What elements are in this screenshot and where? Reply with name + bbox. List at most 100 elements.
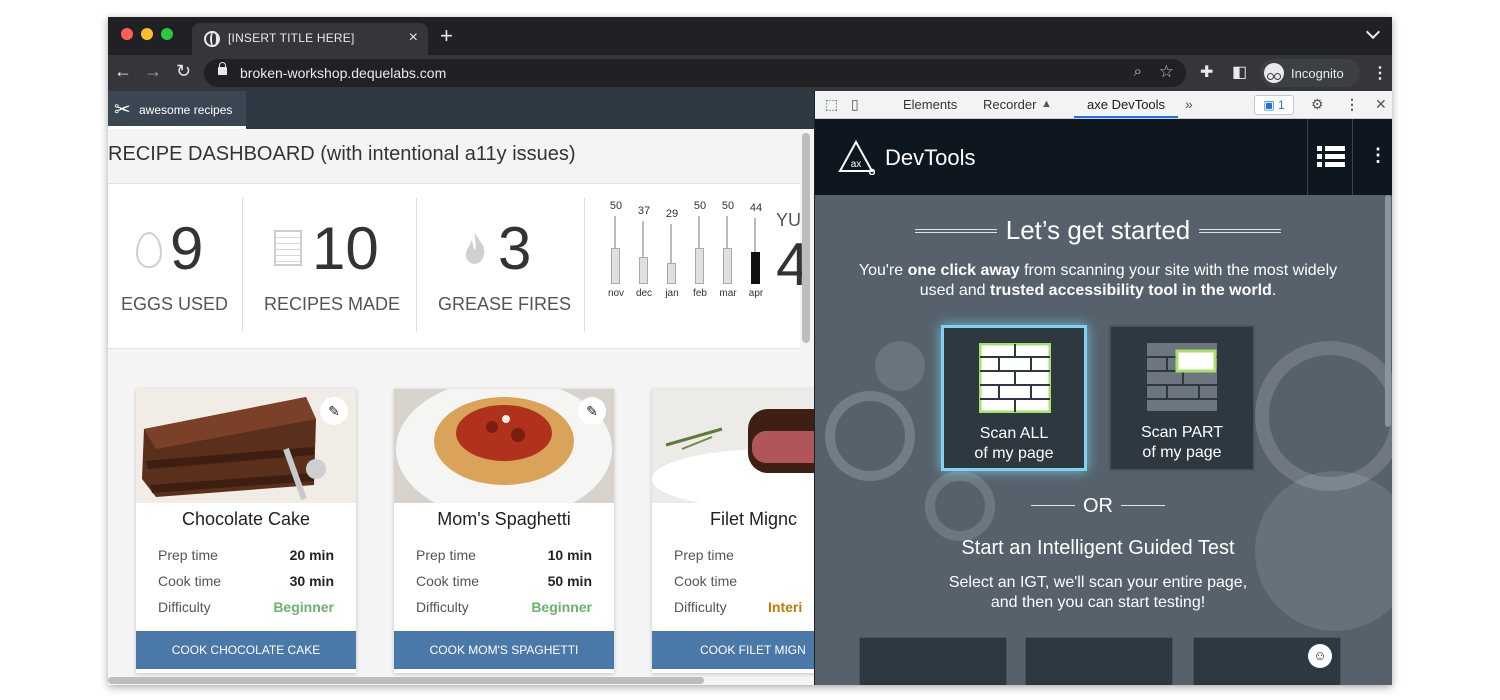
edit-pencil-icon[interactable]: ✎ [320,397,348,425]
search-icon[interactable]: ⌕ [1134,63,1142,80]
igt-option-card[interactable] [1025,637,1173,685]
bookmark-star-icon[interactable]: ☆ [1159,62,1174,82]
igt-option-card[interactable] [859,637,1007,685]
filet-mignon-photo [652,389,814,503]
chevron-down-icon[interactable] [1365,24,1381,40]
devtools-tabbar: ⬚ ▯ Elements Recorder ▲ axe DevTools » ▣… [815,91,1392,119]
svg-text:ax: ax [851,159,862,170]
bar-category-label: jan [665,288,679,299]
recipe-card: ✎ Chocolate Cake Prep time 20 min Cook t… [136,389,356,673]
scan-all-button[interactable]: Scan ALL of my page [941,325,1087,471]
tab-title: [INSERT TITLE HERE] [228,31,355,45]
prep-time-row: Prep time [674,547,814,563]
new-tab-button[interactable]: + [440,23,453,49]
full-wall-icon [979,343,1051,413]
bar-mark [611,248,620,284]
extensions-icon[interactable]: ✚ [1200,62,1213,82]
inspect-element-icon[interactable]: ⬚ [825,96,838,113]
divider [584,198,585,332]
active-tab-indicator [1074,116,1178,118]
bar-column-apr: 44 apr [748,196,764,306]
devtools-scrollbar[interactable] [1385,195,1391,427]
bar-mark [639,257,648,284]
vertical-scrollbar[interactable] [802,133,810,343]
difficulty-row: Difficulty Interi [674,599,814,615]
cook-recipe-button[interactable]: COOK FILET MIGN [652,631,814,669]
bar-column-dec: 37 dec [636,196,652,306]
partial-wall-icon [1147,343,1217,411]
bar-category-label: apr [748,288,764,299]
igt-option-card[interactable]: ☺ [1193,637,1341,685]
list-icon[interactable] [1317,145,1345,169]
address-bar[interactable]: broken-workshop.dequelabs.com ⌕ ☆ [204,59,1186,87]
prep-time-row: Prep time 20 min [158,547,334,563]
prep-time-label: Prep time [674,547,734,563]
cook-recipe-button[interactable]: COOK CHOCOLATE CAKE [136,631,356,669]
more-tabs-icon[interactable]: » [1185,96,1193,112]
recipe-card: Filet Mignc Prep time Cook time Difficul… [652,389,814,673]
axe-logo-icon: ax [838,139,875,175]
minimize-window-button[interactable] [141,28,153,40]
recipe-name: Mom's Spaghetti [437,509,571,529]
stat-label-partial: YU [776,210,802,230]
stat-recipes-made: 10 RECIPES MADE [242,184,416,350]
browser-tab[interactable]: [INSERT TITLE HERE] × [192,23,428,55]
scan-part-button[interactable]: Scan PART of my page [1109,325,1255,471]
heading-rule-right [1199,229,1281,233]
stat-eggs-used: 9 EGGS USED [108,184,242,350]
difficulty-label: Difficulty [674,599,727,615]
globe-icon [204,31,220,47]
page-title: RECIPE DASHBOARD (with intentional a11y … [108,143,576,165]
bar-category-label: mar [719,288,737,299]
issues-badge[interactable]: ▣ 1 [1254,95,1294,115]
difficulty-label: Difficulty [416,599,469,615]
divider [1307,119,1308,195]
tab-elements[interactable]: Elements [903,97,957,112]
close-window-button[interactable] [121,28,133,40]
bar-category-label: feb [693,288,707,299]
devtools-menu-icon[interactable]: ⋮ [1345,96,1359,113]
cook-time-value: 50 min [547,573,592,589]
stat-label: RECIPES MADE [264,294,401,314]
device-toolbar-icon[interactable]: ▯ [851,96,859,113]
difficulty-row: Difficulty Beginner [158,599,334,615]
forward-button[interactable]: → [144,61,162,82]
incognito-profile-button[interactable]: Incognito [1260,59,1360,87]
edit-pencil-icon[interactable]: ✎ [578,397,606,425]
igt-heading: Start an Intelligent Guided Test [961,537,1235,559]
difficulty-row: Difficulty Beginner [416,599,592,615]
horizontal-scrollbar[interactable] [108,677,704,684]
bar-column-jan: 29 jan [664,196,680,306]
brand-label: awesome recipes [139,103,233,117]
close-devtools-icon[interactable]: ✕ [1375,96,1387,113]
browser-menu-icon[interactable]: ⋮ [1372,63,1388,83]
decorative-bubble [1255,341,1392,491]
cook-time-label: Cook time [416,573,480,589]
bar-mark [751,252,760,284]
cook-recipe-button[interactable]: COOK MOM'S SPAGHETTI [394,631,614,669]
reload-button[interactable]: ↻ [176,61,191,82]
bar-value-label: 29 [665,208,679,221]
close-tab-icon[interactable]: × [409,29,418,47]
site-navbar: ✂ awesome recipes [108,91,814,129]
bar-column-nov: 50 nov [608,196,624,306]
maximize-window-button[interactable] [161,28,173,40]
brand-link[interactable]: ✂ awesome recipes [108,91,246,129]
back-button[interactable]: ← [114,61,132,82]
cook-time-row: Cook time [674,573,814,589]
cook-time-label: Cook time [674,573,738,589]
bar-value-label: 50 [609,200,623,212]
stat-label: GREASE FIRES [438,294,572,314]
gear-icon[interactable]: ⚙ [1311,96,1324,113]
side-panel-icon[interactable]: ◧ [1232,62,1247,82]
tab-recorder[interactable]: Recorder [983,97,1036,112]
tab-axe-devtools[interactable]: axe DevTools [1087,97,1165,112]
divider [1352,119,1353,195]
stats-panel: 9 EGGS USED 10 RECIPES MADE 3 GREASE FIR… [108,183,809,350]
lock-icon[interactable] [218,62,227,75]
flask-icon: ▲ [1041,98,1052,110]
cook-time-row: Cook time 30 min [158,573,334,589]
axe-menu-icon[interactable]: ⋮ [1369,145,1387,166]
difficulty-value: Beginner [273,599,334,615]
difficulty-label: Difficulty [158,599,211,615]
